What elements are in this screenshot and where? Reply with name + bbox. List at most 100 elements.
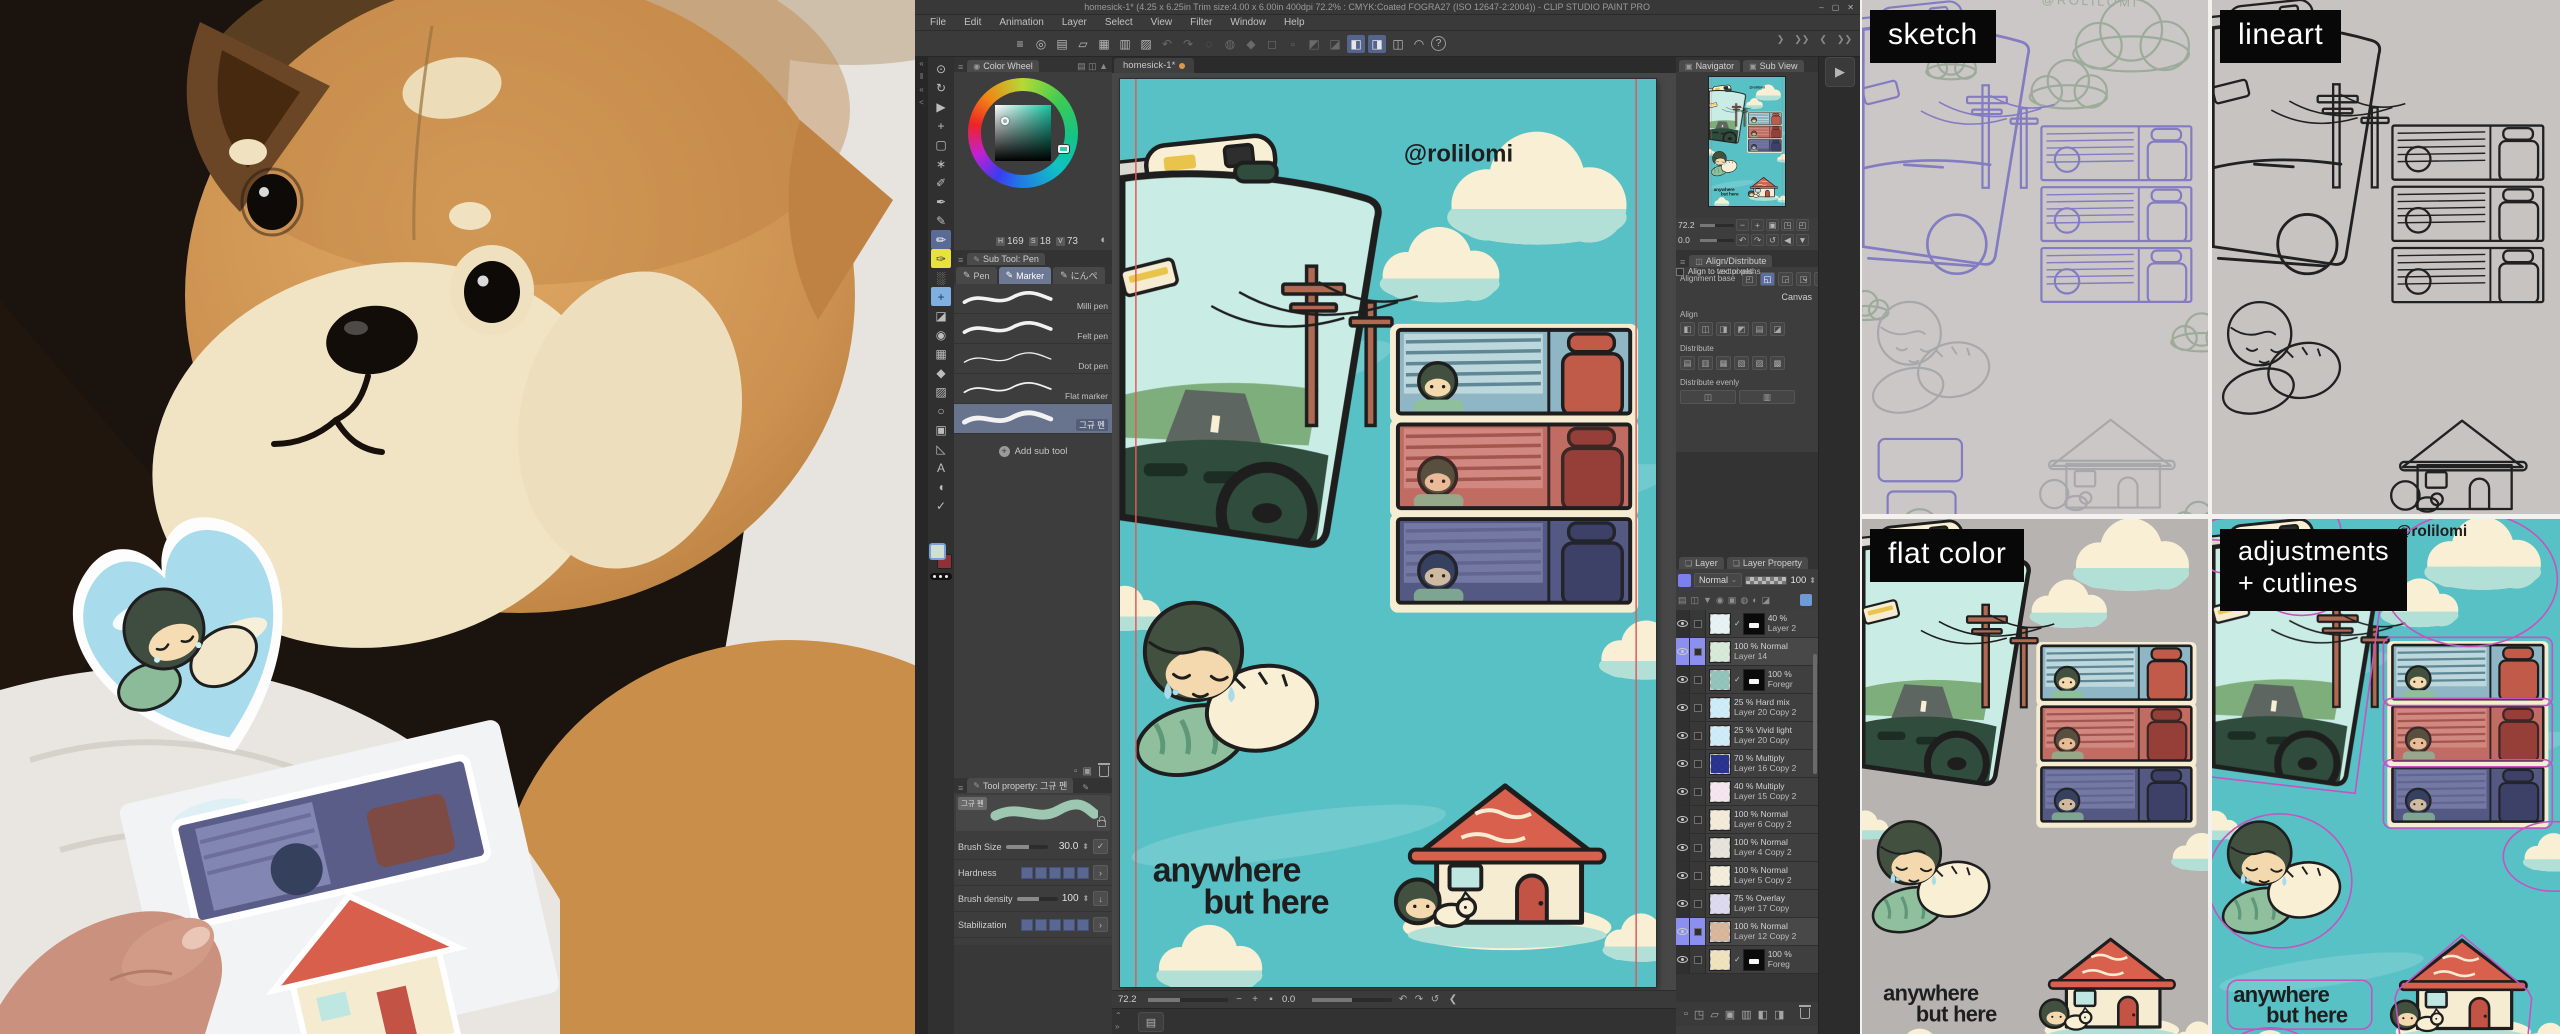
sub-tool-group-tab[interactable]: ✎にんぺ — [1053, 267, 1105, 284]
navigator-rotate-button[interactable]: ◀ — [1781, 234, 1794, 246]
layer-row[interactable]: ✓ 40 % Multiply Layer 15 Copy 2 — [1676, 778, 1818, 806]
navigator-tab[interactable]: ▣Navigator — [1679, 60, 1740, 72]
tool-icon[interactable]: + — [931, 287, 951, 306]
layer-name[interactable]: Layer 14 — [1734, 652, 1788, 662]
layer-mask-thumbnail[interactable] — [1743, 613, 1765, 635]
menu-item[interactable]: View — [1142, 17, 1182, 28]
navigator-zoom-value[interactable]: 72.2 — [1678, 220, 1698, 230]
layer-thumbnail[interactable] — [1709, 725, 1731, 747]
menu-item[interactable]: Animation — [990, 17, 1052, 28]
layer-checkbox[interactable] — [1690, 778, 1706, 805]
tool-icon[interactable]: ✐ — [931, 173, 951, 192]
align-button[interactable]: ▤ — [1752, 322, 1767, 336]
navigator-rotate-button[interactable]: ↺ — [1766, 234, 1779, 246]
distribute-button[interactable]: ▧ — [1734, 356, 1749, 370]
tool-icon[interactable]: ↻ — [931, 78, 951, 97]
delete-layer-icon[interactable] — [1800, 1008, 1810, 1019]
timeline-icon[interactable]: ▤ — [1138, 1012, 1164, 1032]
toolbar-icon[interactable]: ◠ — [1410, 35, 1428, 53]
toolbar-icon[interactable]: ≡ — [1011, 35, 1029, 53]
overflow-arrow-icon[interactable]: ❯❯ — [1794, 34, 1809, 45]
layer-visibility-toggle[interactable] — [1676, 610, 1690, 637]
layer-row[interactable]: ✓ 100 % Normal Layer 12 Copy 2 — [1676, 918, 1818, 946]
navigator-rotate-button[interactable]: ↷ — [1751, 234, 1764, 246]
tool-icon[interactable]: ✎ — [931, 211, 951, 230]
navigator-zoom-button[interactable]: ◰ — [1796, 219, 1809, 231]
tab-brush-detail[interactable]: ✎ — [1076, 782, 1095, 793]
new-subtool-icon[interactable]: ▫ — [1074, 766, 1078, 777]
collapse-arrow-icon[interactable]: < — [919, 98, 924, 107]
tool-icon[interactable]: ✒ — [931, 192, 951, 211]
distribute-evenly-button[interactable]: ▥ — [1739, 390, 1795, 404]
layer-visibility-toggle[interactable] — [1676, 890, 1690, 917]
sv-cursor[interactable] — [1001, 117, 1009, 125]
layer-thumbnail[interactable] — [1709, 893, 1731, 915]
lock-icon[interactable] — [1097, 820, 1106, 827]
document-tab[interactable]: homesick-1* — [1114, 58, 1194, 73]
menu-item[interactable]: Edit — [955, 17, 990, 28]
tool-icon[interactable]: ✑ — [931, 249, 951, 268]
draw-color-toggle[interactable] — [930, 573, 952, 580]
spinner-icon[interactable]: ⬍ — [1809, 576, 1816, 585]
property-tiles[interactable] — [1021, 919, 1089, 931]
layer-row[interactable]: ✓ 25 % Vivid light Layer 20 Copy — [1676, 722, 1818, 750]
layer-mask-color-icon[interactable] — [1800, 594, 1812, 606]
canvas-rotation-value[interactable]: 0.0 — [1282, 994, 1308, 1005]
layer-panel-tab[interactable]: ❏Layer — [1679, 557, 1724, 569]
tool-icon[interactable]: ◺ — [931, 439, 951, 458]
layer-thumbnail[interactable] — [1709, 781, 1731, 803]
layer-name[interactable]: Foreg — [1768, 960, 1792, 970]
layer-visibility-toggle[interactable] — [1676, 666, 1690, 693]
layer-visibility-toggle[interactable] — [1676, 946, 1690, 973]
tool-icon[interactable]: ◉ — [931, 325, 951, 344]
menu-item[interactable]: Layer — [1053, 17, 1096, 28]
align-button[interactable]: ◩ — [1734, 322, 1749, 336]
zoom-button[interactable]: ▪ — [1264, 994, 1278, 1005]
property-value[interactable]: 100 — [1062, 893, 1079, 904]
layer-row[interactable]: ✓ 40 % Layer 2 — [1676, 610, 1818, 638]
canvas-artwork[interactable]: anywherebut here@rolilomi — [1120, 79, 1656, 987]
toolbar-icon[interactable]: ▨ — [1137, 35, 1155, 53]
delete-subtool-icon[interactable] — [1099, 766, 1109, 777]
tool-icon[interactable]: A — [931, 458, 951, 477]
layer-thumbnail[interactable] — [1709, 753, 1731, 775]
panel-menu-icon[interactable]: ≡ — [957, 255, 964, 265]
layer-command-icon[interactable]: ◐ — [1752, 595, 1757, 605]
foreground-color-swatch[interactable] — [929, 543, 946, 560]
panel-menu-icon[interactable]: ≡ — [957, 783, 964, 793]
distribute-button[interactable]: ▩ — [1770, 356, 1785, 370]
layer-name[interactable]: Layer 20 Copy 2 — [1734, 708, 1796, 718]
panel-menu-icon[interactable]: ≡ — [1679, 257, 1686, 267]
layer-footer-icon[interactable]: ▣ — [1725, 1008, 1735, 1021]
blend-mode-select[interactable]: Normal⌄ — [1694, 573, 1742, 587]
zoom-button[interactable]: − — [1232, 994, 1246, 1005]
layer-name[interactable]: Layer 2 — [1768, 624, 1796, 634]
layer-thumbnail[interactable] — [1709, 837, 1731, 859]
layer-row[interactable]: ✓ 100 % Normal Layer 5 Copy 2 — [1676, 862, 1818, 890]
layer-checkbox[interactable] — [1690, 918, 1706, 945]
navigator-tab[interactable]: ▣Sub View — [1743, 60, 1803, 72]
property-extra-button[interactable]: ✓ — [1093, 839, 1108, 854]
layer-command-icon[interactable]: ▼ — [1703, 595, 1712, 605]
navigator-zoom-button[interactable]: ▣ — [1766, 219, 1779, 231]
layer-checkbox[interactable] — [1690, 834, 1706, 861]
layer-checkbox[interactable] — [1690, 694, 1706, 721]
property-extra-button[interactable]: › — [1093, 865, 1108, 880]
tool-icon[interactable]: ▢ — [931, 135, 951, 154]
layer-checkbox[interactable] — [1690, 638, 1706, 665]
palette-switch-icon[interactable]: ▤ ◫ ▲ — [1076, 61, 1109, 72]
layer-footer-icon[interactable]: ▥ — [1741, 1008, 1751, 1021]
layer-mask-thumbnail[interactable] — [1743, 669, 1765, 691]
layer-name[interactable]: Layer 17 Copy — [1734, 904, 1789, 914]
subtool-item[interactable]: Dot pen — [954, 344, 1112, 374]
canvas-zoom-value[interactable]: 72.2 — [1118, 994, 1144, 1005]
align-button[interactable]: ◪ — [1770, 322, 1785, 336]
sub-tool-group-tab[interactable]: ✎Pen — [956, 267, 997, 284]
align-checkbox[interactable]: Align to vector paths — [1676, 267, 1760, 276]
chevron-icon[interactable]: ⌃ — [1115, 1011, 1122, 1020]
toolbar-icon[interactable]: ◨ — [1368, 35, 1386, 53]
subtool-item[interactable]: Flat marker — [954, 374, 1112, 404]
tool-icon[interactable]: ✓ — [931, 496, 951, 515]
menu-item[interactable]: Filter — [1181, 17, 1221, 28]
distribute-evenly-button[interactable]: ◫ — [1680, 390, 1736, 404]
